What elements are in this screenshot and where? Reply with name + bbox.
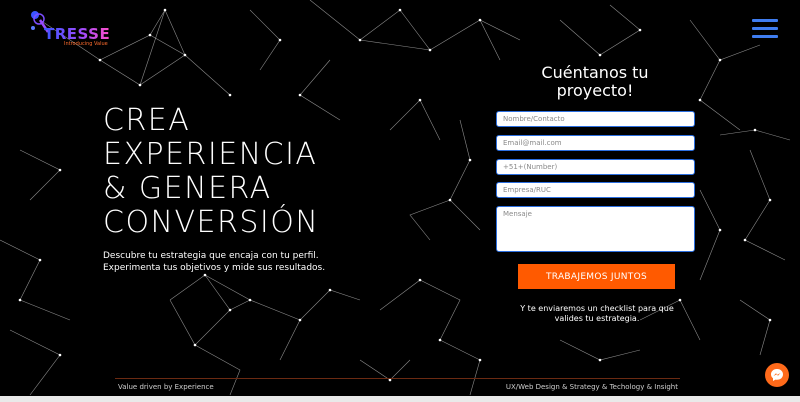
menu-bar <box>752 27 778 30</box>
email-field[interactable] <box>496 135 695 151</box>
hero-subtitle-line: Experimenta tus objetivos y mide sus res… <box>103 263 326 273</box>
submit-button[interactable]: TRABAJEMOS JUNTOS <box>518 264 675 289</box>
hero-title-line: CREA <box>103 103 191 138</box>
form-title-line: proyecto! <box>556 81 634 100</box>
form-note-line: Y te enviaremos un checklist para que <box>520 304 674 313</box>
name-field[interactable] <box>496 111 695 127</box>
bottom-strip <box>0 396 800 402</box>
hero-title: CREA EXPERIENCIA & GENERA CONVERSIÓN <box>103 104 463 240</box>
phone-field[interactable] <box>496 159 695 175</box>
brand-wordmark: TRESSE <box>44 25 111 43</box>
hamburger-icon[interactable] <box>752 19 778 39</box>
footer-divider <box>115 378 680 379</box>
hero-title-line: & GENERA <box>103 171 272 206</box>
footer-services: UX/Web Design & Strategy & Techology & I… <box>505 383 678 391</box>
messenger-icon <box>771 369 783 381</box>
message-field[interactable] <box>496 206 695 252</box>
form-title-line: Cuéntanos tu <box>541 63 649 82</box>
hero-title-line: CONVERSIÓN <box>103 205 320 240</box>
company-field[interactable] <box>496 182 695 198</box>
messenger-button[interactable] <box>765 363 789 387</box>
menu-bar <box>752 35 778 38</box>
form-title: Cuéntanos tu proyecto! <box>520 64 670 100</box>
form-note: Y te enviaremos un checklist para que va… <box>492 304 702 324</box>
hero-subtitle: Descubre tu estrategia que encaja con tu… <box>103 250 403 274</box>
menu-bar <box>752 19 778 22</box>
brand-logo[interactable]: TRESSE Introducing Value <box>28 8 111 47</box>
form-note-line: valides tu estrategia. <box>554 314 640 323</box>
brand-tagline: Introducing Value <box>64 41 108 47</box>
hero-subtitle-line: Descubre tu estrategia que encaja con tu… <box>103 251 319 261</box>
footer-slogan: Value driven by Experience <box>118 383 214 391</box>
hero-title-line: EXPERIENCIA <box>103 137 318 172</box>
